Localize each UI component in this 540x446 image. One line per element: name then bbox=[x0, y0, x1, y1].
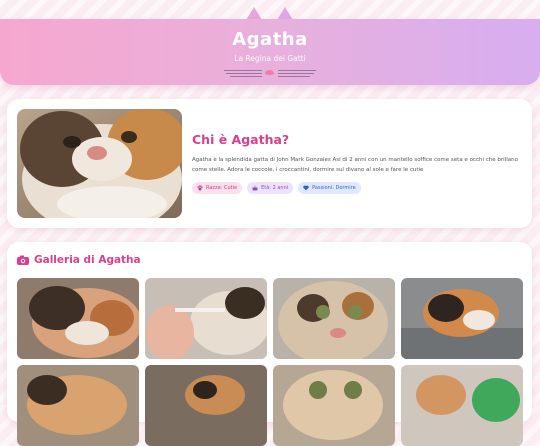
tag-breed-label: Razza: Cutie bbox=[206, 185, 238, 191]
gallery-photo[interactable] bbox=[17, 365, 139, 446]
tag-age: Età: 2 anni bbox=[247, 182, 294, 194]
heart-icon bbox=[303, 185, 309, 191]
about-description: Agatha è la splendida gatta di John Mark… bbox=[192, 157, 518, 173]
gallery-card: Galleria di Agatha bbox=[7, 242, 532, 446]
paw-icon bbox=[197, 185, 203, 191]
gallery-photo[interactable] bbox=[145, 365, 267, 446]
gallery-photo[interactable] bbox=[273, 278, 395, 359]
page-title: Agatha bbox=[232, 29, 308, 50]
gallery-photo[interactable] bbox=[273, 365, 395, 446]
tag-passion-label: Passioni: Dormire bbox=[312, 185, 356, 191]
whisker-right-3 bbox=[278, 76, 310, 77]
gallery-title: Galleria di Agatha bbox=[34, 254, 141, 266]
tag-list: Razza: Cutie Età: 2 anni Passioni: Dormi… bbox=[192, 182, 361, 194]
camera-icon bbox=[17, 255, 29, 265]
cake-icon bbox=[252, 185, 258, 191]
whisker-right-2 bbox=[278, 73, 314, 74]
tag-breed: Razza: Cutie bbox=[192, 182, 243, 194]
agatha-main-photo[interactable] bbox=[17, 109, 182, 218]
gallery-photo[interactable] bbox=[145, 278, 267, 359]
about-card: Chi è Agatha? Agatha è la splendida gatt… bbox=[7, 99, 532, 228]
whisker-left-3 bbox=[230, 76, 262, 77]
whisker-left-2 bbox=[226, 73, 262, 74]
cat-nose-icon bbox=[265, 70, 274, 75]
about-title: Chi è Agatha? bbox=[192, 132, 290, 147]
tag-passion: Passioni: Dormire bbox=[298, 182, 361, 194]
gallery-photo[interactable] bbox=[401, 365, 523, 446]
whisker-right-1 bbox=[278, 70, 316, 71]
whisker-left-1 bbox=[224, 70, 262, 71]
gallery-photo[interactable] bbox=[401, 278, 523, 359]
tag-age-label: Età: 2 anni bbox=[261, 185, 289, 191]
page-subtitle: La Regina dei Gatti bbox=[234, 54, 306, 63]
gallery-photo[interactable] bbox=[17, 278, 139, 359]
